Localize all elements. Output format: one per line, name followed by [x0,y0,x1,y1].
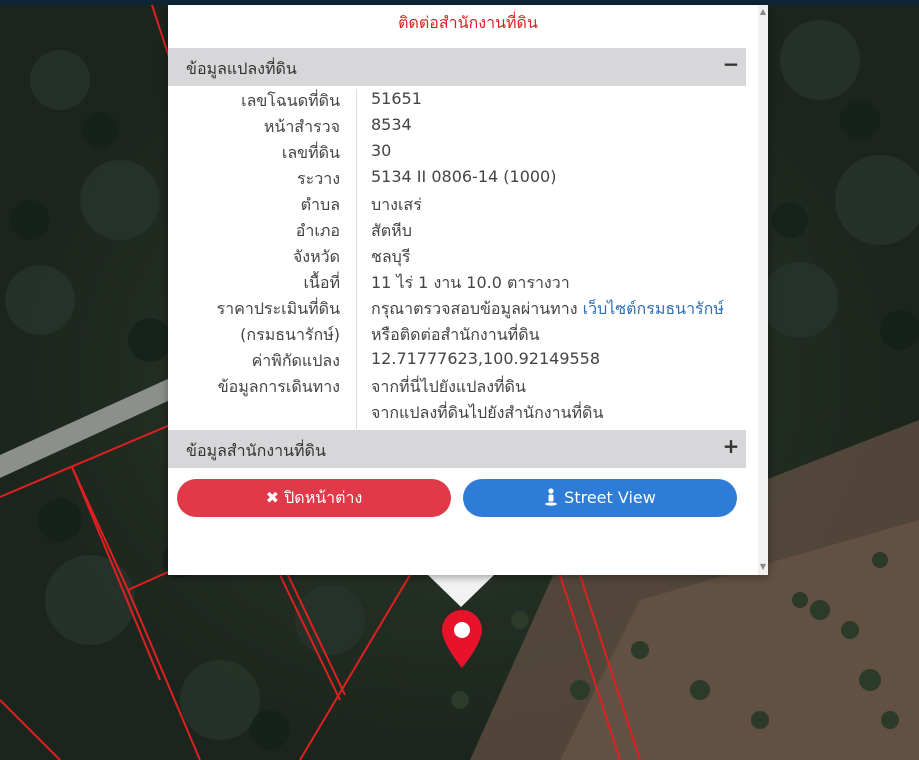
contact-land-office-text: ติดต่อสำนักงานที่ดิน [398,13,538,32]
appraisal-value: กรุณาตรวจสอบข้อมูลผ่านทาง เว็บไซต์กรมธนา… [371,297,724,322]
scroll-down-icon[interactable]: ▼ [760,562,766,571]
close-icon: ✖ [265,488,280,507]
province-value: ชลบุรี [371,247,411,266]
popup-scrollbar[interactable]: ▲ ▼ [758,5,768,575]
street-view-label: Street View [564,488,656,507]
province-label: จังหวัด [292,247,340,266]
parcel-info-title: ข้อมูลแปลงที่ดิน [186,59,297,78]
info-row: จังหวัด ชลบุรี [168,242,746,268]
person-icon [545,488,558,506]
info-row: ราคาประเมินที่ดิน กรุณาตรวจสอบข้อมูลผ่าน… [168,294,746,320]
street-view-button[interactable]: Street View [463,479,737,517]
coordinates-link[interactable]: 12.71777623,100.92149558 [371,349,600,368]
survey-page-value: 8534 [371,115,412,134]
appraisal-label-department: (กรมธนารักษ์) [240,325,340,344]
info-row: ค่าพิกัดแปลง 12.71777623,100.92149558 [168,346,746,372]
area-label: เนื้อที่ [303,273,340,292]
info-row: จากแปลงที่ดินไปยังสำนักงานที่ดิน [168,398,746,424]
map-sheet-label: ระวาง [297,169,340,188]
info-row: (กรมธนารักษ์) หรือติดต่อสำนักงานที่ดิน [168,320,746,346]
info-row: เนื้อที่ 11 ไร่ 1 งาน 10.0 ตารางวา [168,268,746,294]
coordinates-label: ค่าพิกัดแปลง [251,351,340,370]
treasury-website-link[interactable]: เว็บไซต์กรมธนารักษ์ [583,299,724,318]
subdistrict-value: บางเสร่ [371,195,422,214]
parcel-info-table: เลขโฉนดที่ดิน 51651 หน้าสำรวจ 8534 เลขที… [168,86,746,424]
scroll-up-icon[interactable]: ▲ [760,7,766,16]
deed-number-label: เลขโฉนดที่ดิน [241,91,340,110]
close-window-button[interactable]: ✖ ปิดหน้าต่าง [177,479,451,517]
subdistrict-label: ตำบล [300,195,340,214]
district-label: อำเภอ [295,221,340,240]
collapse-icon[interactable]: − [722,52,740,76]
directions-to-office-link[interactable]: จากแปลงที่ดินไปยังสำนักงานที่ดิน [371,401,603,426]
location-pin-icon[interactable] [440,608,484,670]
land-office-info-title: ข้อมูลสำนักงานที่ดิน [186,441,326,460]
appraisal-contact-text: หรือติดต่อสำนักงานที่ดิน [371,325,540,344]
travel-info-label: ข้อมูลการเดินทาง [217,377,340,396]
land-office-info-header[interactable]: ข้อมูลสำนักงานที่ดิน + [168,430,746,468]
info-row: หน้าสำรวจ 8534 [168,112,746,138]
deed-number-value: 51651 [371,89,422,108]
land-number-label: เลขที่ดิน [281,143,340,162]
land-number-value: 30 [371,141,392,160]
expand-icon[interactable]: + [722,434,740,458]
parcel-info-header[interactable]: ข้อมูลแปลงที่ดิน − [168,48,746,86]
district-value: สัตหีบ [371,221,412,240]
info-row: อำเภอ สัตหีบ [168,216,746,242]
directions-to-parcel-link[interactable]: จากที่นี่ไปยังแปลงที่ดิน [371,375,526,400]
area-value: 11 ไร่ 1 งาน 10.0 ตารางวา [371,273,570,292]
parcel-info-popup: ติดต่อสำนักงานที่ดิน ข้อมูลแปลงที่ดิน − … [168,5,768,575]
info-row: ระวาง 5134 II 0806-14 (1000) [168,164,746,190]
close-window-label: ปิดหน้าต่าง [284,488,363,507]
info-row: เลขโฉนดที่ดิน 51651 [168,86,746,112]
info-row: ข้อมูลการเดินทาง จากที่นี่ไปยังแปลงที่ดิ… [168,372,746,398]
appraisal-label: ราคาประเมินที่ดิน [216,299,340,318]
survey-page-label: หน้าสำรวจ [263,117,340,136]
appraisal-text: กรุณาตรวจสอบข้อมูลผ่านทาง [371,299,578,318]
map-sheet-value: 5134 II 0806-14 (1000) [371,167,557,186]
info-row: ตำบล บางเสร่ [168,190,746,216]
info-row: เลขที่ดิน 30 [168,138,746,164]
